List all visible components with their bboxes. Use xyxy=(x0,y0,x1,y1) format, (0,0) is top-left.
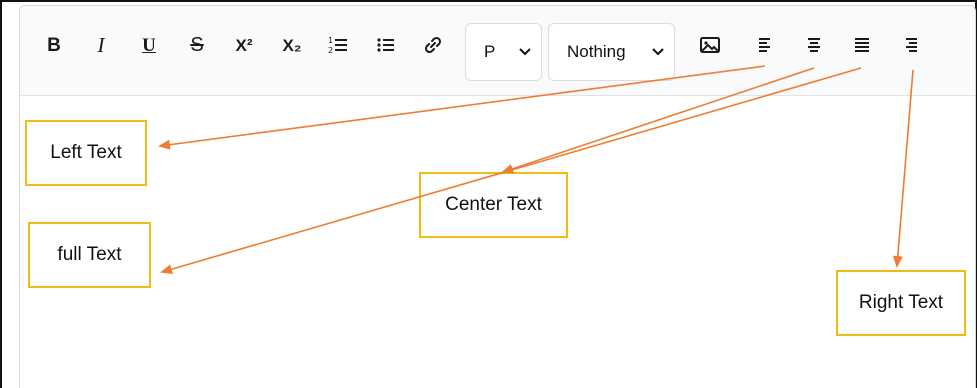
align-center-button[interactable] xyxy=(801,32,827,58)
callout-right-label: Right Text xyxy=(858,292,944,313)
italic-button[interactable]: I xyxy=(88,32,114,58)
svg-text:1: 1 xyxy=(328,36,333,45)
subscript-button[interactable]: X₂ xyxy=(279,32,305,58)
align-center-icon xyxy=(808,38,820,52)
callout-center-label: Center Text xyxy=(445,194,542,215)
style-select[interactable]: Nothing xyxy=(548,23,675,81)
strikethrough-button[interactable]: S xyxy=(184,32,210,58)
callout-left-label: Left Text xyxy=(50,142,122,163)
unordered-list-button[interactable] xyxy=(373,32,399,58)
image-button[interactable] xyxy=(697,32,723,58)
callout-center-text: Center Text xyxy=(419,172,568,238)
link-icon xyxy=(424,36,442,54)
bold-button[interactable]: B xyxy=(41,32,67,58)
bold-label: B xyxy=(47,34,61,56)
block-format-select[interactable]: P xyxy=(465,23,542,81)
callout-full-label: full Text xyxy=(57,244,122,265)
link-button[interactable] xyxy=(420,32,446,58)
strikethrough-label: S xyxy=(190,34,204,56)
callout-full-text: full Text xyxy=(28,222,151,288)
editor-toolbar: B I U S X² X₂ 1 2 P Nothing xyxy=(20,6,975,96)
unordered-list-icon xyxy=(377,38,394,52)
italic-label: I xyxy=(97,32,105,57)
image-icon xyxy=(700,37,720,53)
align-left-button[interactable] xyxy=(753,32,779,58)
subscript-label: X₂ xyxy=(282,35,302,55)
align-right-icon xyxy=(906,38,917,52)
align-justify-icon xyxy=(855,38,869,52)
style-value: Nothing xyxy=(567,42,626,61)
ordered-list-button[interactable]: 1 2 xyxy=(325,32,351,58)
callout-right-text: Right Text xyxy=(836,270,966,336)
chevron-down-icon xyxy=(519,48,531,56)
chevron-down-icon xyxy=(652,48,664,56)
underline-label: U xyxy=(142,34,156,56)
svg-text:2: 2 xyxy=(328,46,333,55)
align-left-icon xyxy=(759,38,770,52)
underline-button[interactable]: U xyxy=(136,32,162,58)
superscript-label: X² xyxy=(235,35,253,55)
align-right-button[interactable] xyxy=(897,32,923,58)
callout-left-text: Left Text xyxy=(25,120,147,186)
align-justify-button[interactable] xyxy=(849,32,875,58)
block-format-value: P xyxy=(484,42,496,61)
ordered-list-icon: 1 2 xyxy=(328,36,347,55)
superscript-button[interactable]: X² xyxy=(231,32,257,58)
